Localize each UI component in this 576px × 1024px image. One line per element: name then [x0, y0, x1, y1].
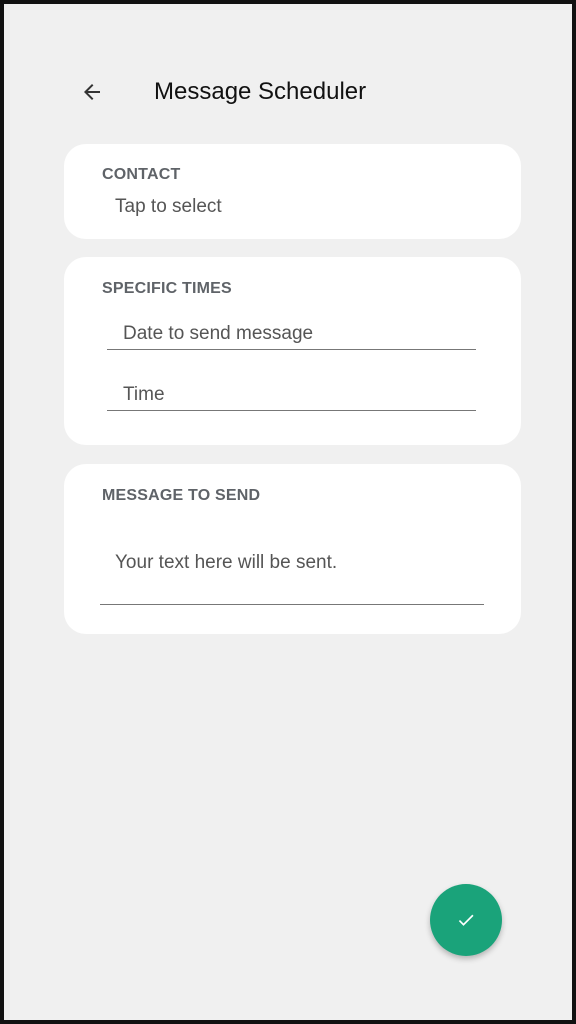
- date-field[interactable]: Date to send message: [107, 315, 476, 350]
- contact-card[interactable]: CONTACT Tap to select: [64, 144, 521, 239]
- specific-times-label: SPECIFIC TIMES: [102, 280, 232, 297]
- screen: Message Scheduler CONTACT Tap to select …: [0, 0, 576, 1024]
- message-card: MESSAGE TO SEND Your text here will be s…: [64, 464, 521, 634]
- time-placeholder: Time: [123, 384, 165, 405]
- app-bar: Message Scheduler: [60, 62, 530, 124]
- specific-times-card: SPECIFIC TIMES Date to send message Time: [64, 257, 521, 445]
- message-placeholder: Your text here will be sent.: [115, 552, 338, 573]
- confirm-fab-button[interactable]: [430, 884, 502, 956]
- time-field[interactable]: Time: [107, 376, 476, 411]
- message-input[interactable]: Your text here will be sent.: [100, 530, 484, 605]
- date-placeholder: Date to send message: [123, 323, 314, 344]
- page-title: Message Scheduler: [154, 78, 367, 105]
- contact-label: CONTACT: [102, 166, 181, 183]
- back-button[interactable]: [76, 76, 108, 108]
- contact-select[interactable]: Tap to select: [115, 196, 222, 218]
- message-label: MESSAGE TO SEND: [102, 487, 261, 504]
- check-icon: [458, 914, 474, 926]
- arrow-left-icon: [84, 84, 100, 100]
